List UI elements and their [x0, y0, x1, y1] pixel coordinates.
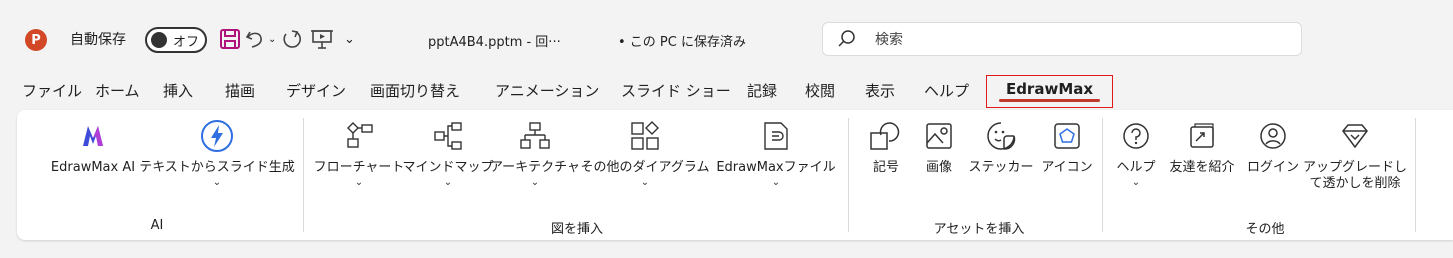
- toggle-knob: [151, 32, 167, 48]
- user-icon: [1258, 116, 1288, 156]
- group-label-ai: AI: [150, 218, 164, 233]
- edrawmax-file-button[interactable]: EdrawMaxファイル ⌄: [713, 116, 839, 188]
- sticker-icon: [985, 116, 1017, 156]
- tab-transitions[interactable]: 画面切り替え: [370, 80, 460, 101]
- save-status: • この PC に保存済み: [618, 35, 746, 50]
- refer-friend-button[interactable]: 友達を紹介: [1164, 116, 1240, 176]
- pentagon-icon: [1052, 116, 1082, 156]
- flowchart-icon: [344, 116, 374, 156]
- text-to-slides-button[interactable]: テキストからスライド生成 ⌄: [139, 116, 295, 188]
- chevron-down-icon: ⌄: [212, 177, 222, 188]
- redo-icon[interactable]: [280, 26, 302, 52]
- sticker-label: ステッカー: [968, 160, 1034, 175]
- tab-insert[interactable]: 挿入: [163, 80, 193, 101]
- mindmap-icon: [433, 116, 463, 156]
- mindmap-label: マインドマップ: [402, 160, 494, 175]
- autosave-toggle-label: オフ: [173, 35, 200, 50]
- image-label: 画像: [925, 160, 952, 175]
- icon-label: アイコン: [1041, 160, 1093, 175]
- document-filename[interactable]: pptA4B4.pptm - 回···: [428, 31, 561, 50]
- help-button[interactable]: ヘルプ ⌄: [1112, 116, 1160, 188]
- tab-design[interactable]: デザイン: [286, 80, 346, 101]
- diamond-icon: [1339, 116, 1371, 156]
- group-divider: [1102, 118, 1103, 232]
- sticker-button[interactable]: ステッカー: [965, 116, 1037, 176]
- group-divider: [303, 118, 304, 232]
- other-diagrams-button[interactable]: その他のダイアグラム ⌄: [579, 116, 711, 188]
- group-label-insert-asset: アセットを挿入: [933, 222, 1025, 237]
- tab-edrawmax-label: EdrawMax: [1005, 80, 1094, 98]
- powerpoint-app-icon[interactable]: P: [25, 29, 47, 51]
- symbol-icon: [869, 116, 903, 156]
- ribbon-panel: EdrawMax AI テキストからスライド生成 ⌄ AI フローチャート ⌄ …: [17, 110, 1453, 240]
- group-divider: [848, 118, 849, 232]
- share-icon: [1187, 116, 1217, 156]
- flowchart-label: フローチャート: [313, 160, 405, 175]
- login-button[interactable]: ログイン: [1243, 116, 1303, 176]
- search-box[interactable]: [822, 22, 1302, 56]
- edrawmax-file-icon: [762, 116, 790, 156]
- undo-icon[interactable]: [244, 26, 266, 52]
- edrawmax-ai-label: EdrawMax AI: [50, 160, 136, 175]
- group-divider: [1415, 118, 1416, 232]
- other-diagrams-label: その他のダイアグラム: [580, 160, 710, 175]
- group-label-insert-figure: 図を挿入: [550, 222, 603, 237]
- chevron-down-icon: ⌄: [354, 177, 364, 188]
- chevron-down-icon: ⌄: [443, 177, 453, 188]
- search-input[interactable]: [875, 29, 1275, 51]
- other-diagrams-icon: [630, 116, 660, 156]
- architecture-icon: [520, 116, 550, 156]
- customize-quick-access-icon[interactable]: ⌄: [344, 26, 355, 52]
- lightning-icon: [200, 116, 234, 156]
- icon-button[interactable]: アイコン: [1037, 116, 1097, 176]
- upgrade-button[interactable]: アップグレードし て透かしを削除: [1303, 116, 1408, 192]
- symbol-button[interactable]: 記号: [864, 116, 908, 176]
- autosave-toggle[interactable]: オフ: [145, 27, 207, 53]
- tab-animations[interactable]: アニメーション: [495, 80, 599, 101]
- chevron-down-icon: ⌄: [771, 177, 781, 188]
- refer-friend-label: 友達を紹介: [1169, 160, 1235, 175]
- upgrade-label-line2: て透かしを削除: [1309, 176, 1401, 191]
- tab-file[interactable]: ファイル: [22, 80, 82, 101]
- tab-slideshow[interactable]: スライド ショー: [621, 80, 731, 101]
- chevron-down-icon: ⌄: [530, 177, 540, 188]
- chevron-down-icon: ⌄: [640, 177, 650, 188]
- edrawmax-ai-button[interactable]: EdrawMax AI: [37, 116, 149, 176]
- symbol-label: 記号: [872, 160, 899, 175]
- ribbon-tabs: ファイル ホーム 挿入 描画 デザイン 画面切り替え アニメーション スライド …: [0, 75, 1453, 108]
- image-button[interactable]: 画像: [919, 116, 959, 176]
- help-icon: [1121, 116, 1151, 156]
- start-slideshow-icon[interactable]: [310, 26, 334, 52]
- save-icon[interactable]: [219, 26, 241, 52]
- tab-edrawmax[interactable]: EdrawMax: [986, 75, 1113, 108]
- tab-help[interactable]: ヘルプ: [924, 80, 969, 101]
- tab-home[interactable]: ホーム: [95, 80, 140, 101]
- help-label: ヘルプ: [1116, 160, 1156, 175]
- architecture-button[interactable]: アーキテクチャ ⌄: [489, 116, 581, 188]
- edrawmax-file-label: EdrawMaxファイル: [716, 160, 836, 175]
- tab-view[interactable]: 表示: [865, 80, 895, 101]
- title-bar: P 自動保存 オフ ⌄ ⌄ pptA4B4.pptm - 回··· • この P…: [0, 0, 1453, 76]
- active-tab-underline: [999, 99, 1100, 102]
- autosave-label: 自動保存: [70, 32, 126, 48]
- image-icon: [924, 116, 954, 156]
- mindmap-button[interactable]: マインドマップ ⌄: [402, 116, 494, 188]
- login-label: ログイン: [1246, 160, 1299, 175]
- text-to-slides-label: テキストからスライド生成: [139, 160, 295, 175]
- edrawmax-ai-icon: [79, 116, 107, 156]
- tab-review[interactable]: 校閲: [805, 80, 835, 101]
- undo-dropdown-icon[interactable]: ⌄: [268, 26, 276, 52]
- architecture-label: アーキテクチャ: [489, 160, 581, 175]
- tab-draw[interactable]: 描画: [225, 80, 255, 101]
- tab-record[interactable]: 記録: [747, 80, 777, 101]
- chevron-down-icon: ⌄: [1131, 177, 1141, 188]
- upgrade-label-line1: アップグレードし: [1303, 160, 1408, 175]
- flowchart-button[interactable]: フローチャート ⌄: [313, 116, 405, 188]
- group-label-other: その他: [1245, 222, 1285, 237]
- search-icon: [837, 29, 857, 53]
